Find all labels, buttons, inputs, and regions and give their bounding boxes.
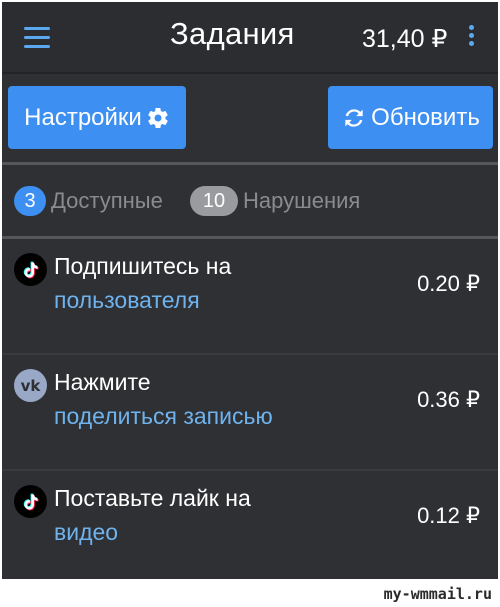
tiktok-icon — [14, 253, 47, 286]
page-title: Задания — [170, 16, 295, 51]
task-item[interactable]: Поставьте лайк на видео 0.12 ₽ — [2, 471, 498, 579]
task-item[interactable]: Подпишитесь на пользователя 0.20 ₽ — [2, 239, 498, 353]
gear-icon — [146, 106, 170, 130]
tiktok-icon — [14, 485, 47, 518]
tab-available[interactable]: 3 Доступные — [14, 186, 163, 216]
tab-violations-count-badge: 10 — [190, 186, 238, 216]
refresh-icon — [341, 105, 367, 131]
task-link[interactable]: поделиться записью — [54, 403, 273, 430]
refresh-button-label: Обновить — [371, 103, 480, 131]
task-item[interactable]: vk Нажмите поделиться записью 0.36 ₽ — [2, 355, 498, 469]
tab-available-label: Доступные — [51, 188, 163, 213]
task-title: Поставьте лайк на — [54, 485, 251, 511]
task-title: Подпишитесь на — [54, 253, 232, 279]
task-link[interactable]: видео — [54, 519, 118, 546]
tab-violations[interactable]: 10 Нарушения — [190, 186, 360, 216]
more-vertical-icon[interactable] — [465, 25, 477, 51]
hamburger-menu-icon[interactable] — [24, 27, 50, 49]
watermark: my-wmmail.ru — [383, 585, 492, 603]
task-price: 0.12 ₽ — [417, 503, 480, 528]
task-title: Нажмите — [54, 369, 151, 395]
settings-button[interactable]: Настройки — [8, 86, 186, 149]
app-bar: Задания 31,40 ₽ — [2, 2, 498, 74]
settings-button-label: Настройки — [24, 103, 142, 131]
vk-icon: vk — [14, 369, 47, 402]
task-price: 0.20 ₽ — [417, 271, 480, 296]
refresh-button[interactable]: Обновить — [328, 86, 493, 149]
task-link[interactable]: пользователя — [54, 287, 200, 314]
tab-available-count-badge: 3 — [14, 186, 46, 216]
task-price: 0.36 ₽ — [417, 387, 480, 412]
divider — [2, 162, 498, 165]
app-screen: Задания 31,40 ₽ Настройки Обновить 3 Дос… — [2, 2, 498, 579]
balance-display: 31,40 ₽ — [362, 25, 448, 53]
tab-violations-label: Нарушения — [243, 188, 361, 213]
